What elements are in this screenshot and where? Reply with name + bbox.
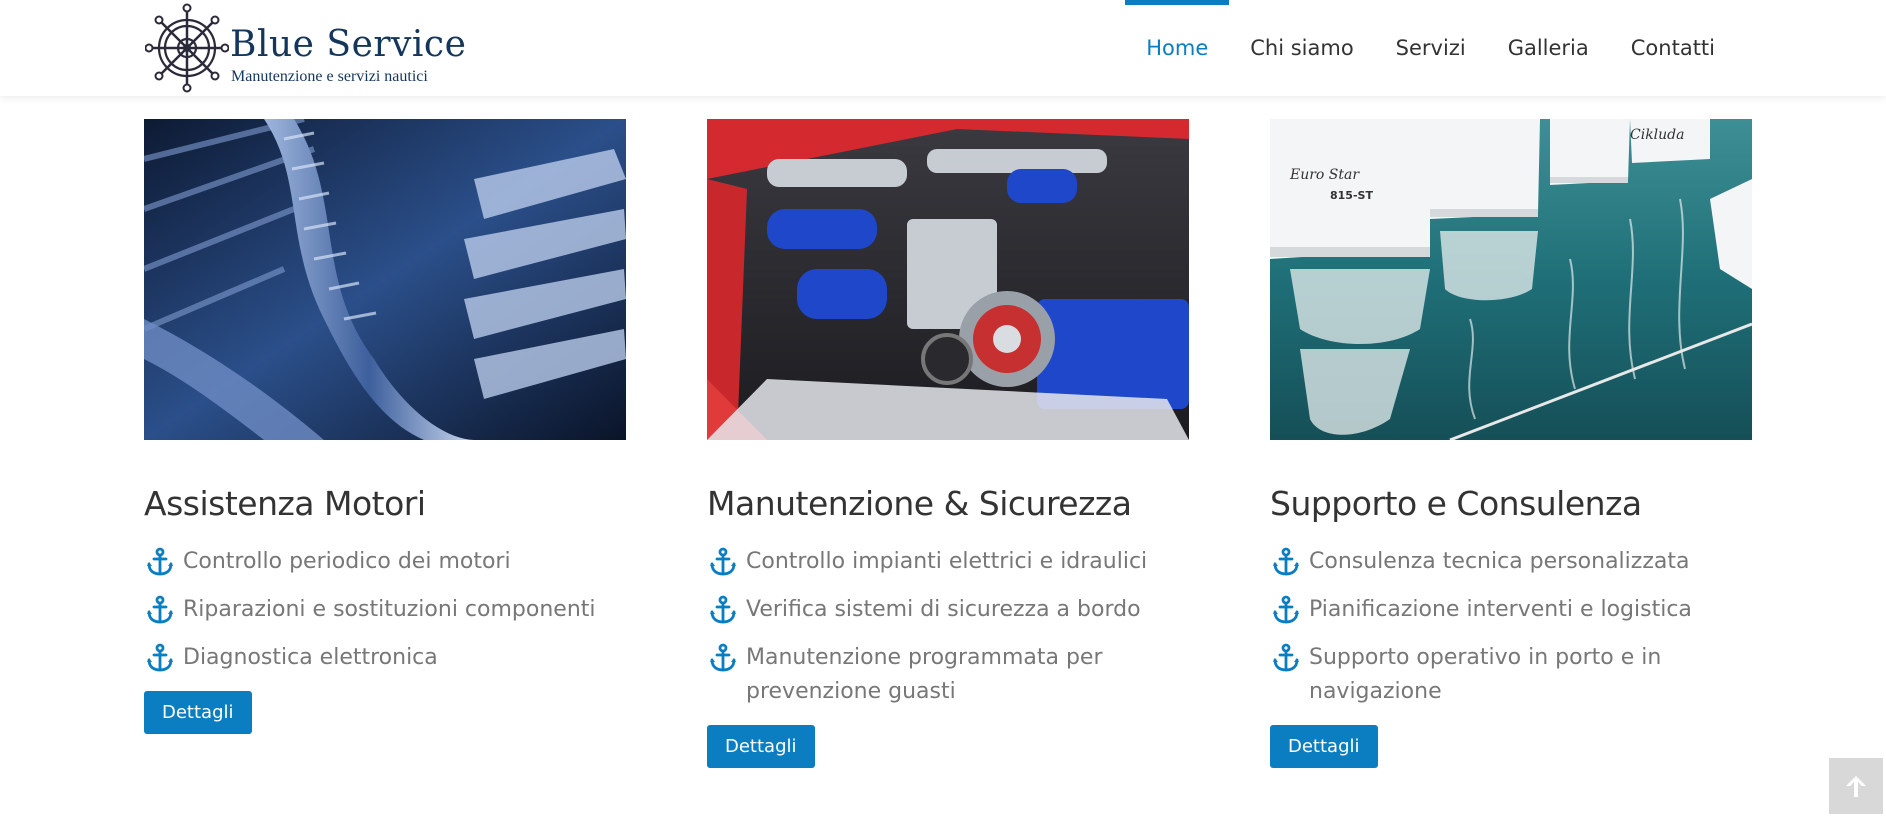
service-card-manutenzione-sicurezza: Manutenzione & Sicurezza Controllo impia… [707,119,1189,768]
brand-tagline: Manutenzione e servizi nautici [231,68,428,85]
list-item-label: Pianificazione interventi e logistica [1309,597,1692,622]
engine-closeup-image [144,119,626,440]
svg-text:815-ST: 815-ST [1330,189,1373,202]
service-card-supporto-consulenza: Euro Star Cikluda 815-ST Supporto e Cons… [1270,119,1752,768]
anchor-icon [710,547,736,576]
nav-item-home[interactable]: Home [1125,0,1230,96]
list-item: Pianificazione interventi e logistica [1270,593,1752,627]
anchor-icon [1273,547,1299,576]
card-title: Manutenzione & Sicurezza [707,484,1132,523]
anchor-icon [1273,595,1299,624]
anchor-icon [147,643,173,672]
arrow-up-icon [1846,776,1866,797]
nav-item-galleria[interactable]: Galleria [1487,0,1610,96]
scroll-to-top-button[interactable] [1829,758,1883,814]
list-item: Controllo periodico dei motori [144,545,626,579]
list-item: Verifica sistemi di sicurezza a bordo [707,593,1189,627]
list-item: Riparazioni e sostituzioni componenti [144,593,626,627]
service-list: Consulenza tecnica personalizzata Pianif… [1270,545,1752,709]
list-item: Manutenzione programmata per prevenzione… [707,641,1189,709]
list-item: Diagnostica elettronica [144,641,626,675]
engine-bay-image [707,119,1189,440]
anchor-icon [147,595,173,624]
nav-item-chi-siamo[interactable]: Chi siamo [1229,0,1374,96]
main-nav: Home Chi siamo Servizi Galleria Contatti [1125,0,1736,96]
svg-text:Euro Star: Euro Star [1289,167,1360,183]
nav-item-contatti[interactable]: Contatti [1610,0,1736,96]
anchor-icon [147,547,173,576]
details-button[interactable]: Dettagli [707,725,815,768]
card-title: Supporto e Consulenza [1270,484,1642,523]
details-button[interactable]: Dettagli [1270,725,1378,768]
list-item: Supporto operativo in porto e in navigaz… [1270,641,1752,709]
site-header: Blue Service Manutenzione e servizi naut… [0,0,1886,96]
nav-item-servizi[interactable]: Servizi [1375,0,1487,96]
ship-wheel-icon [145,3,229,93]
service-list: Controllo periodico dei motori Riparazio… [144,545,626,675]
anchor-icon [710,595,736,624]
brand-name: Blue Service [230,24,467,65]
list-item: Controllo impianti elettrici e idraulici [707,545,1189,579]
boats-in-harbor-image: Euro Star Cikluda 815-ST [1270,119,1752,440]
list-item-label: Riparazioni e sostituzioni componenti [183,597,596,622]
logo[interactable]: Blue Service Manutenzione e servizi naut… [145,2,475,94]
svg-text:Cikluda: Cikluda [1630,127,1684,143]
list-item-label: Controllo impianti elettrici e idraulici [746,549,1148,574]
list-item-label: Diagnostica elettronica [183,645,438,670]
service-list: Controllo impianti elettrici e idraulici… [707,545,1189,709]
anchor-icon [710,643,736,672]
service-card-assistenza-motori: Assistenza Motori Controllo periodico de… [144,119,626,734]
list-item-label: Verifica sistemi di sicurezza a bordo [746,597,1141,622]
list-item: Consulenza tecnica personalizzata [1270,545,1752,579]
list-item-label: Manutenzione programmata per prevenzione… [746,645,1103,704]
card-title: Assistenza Motori [144,484,426,523]
list-item-label: Controllo periodico dei motori [183,549,511,574]
list-item-label: Supporto operativo in porto e in navigaz… [1309,645,1662,704]
anchor-icon [1273,643,1299,672]
list-item-label: Consulenza tecnica personalizzata [1309,549,1690,574]
details-button[interactable]: Dettagli [144,691,252,734]
